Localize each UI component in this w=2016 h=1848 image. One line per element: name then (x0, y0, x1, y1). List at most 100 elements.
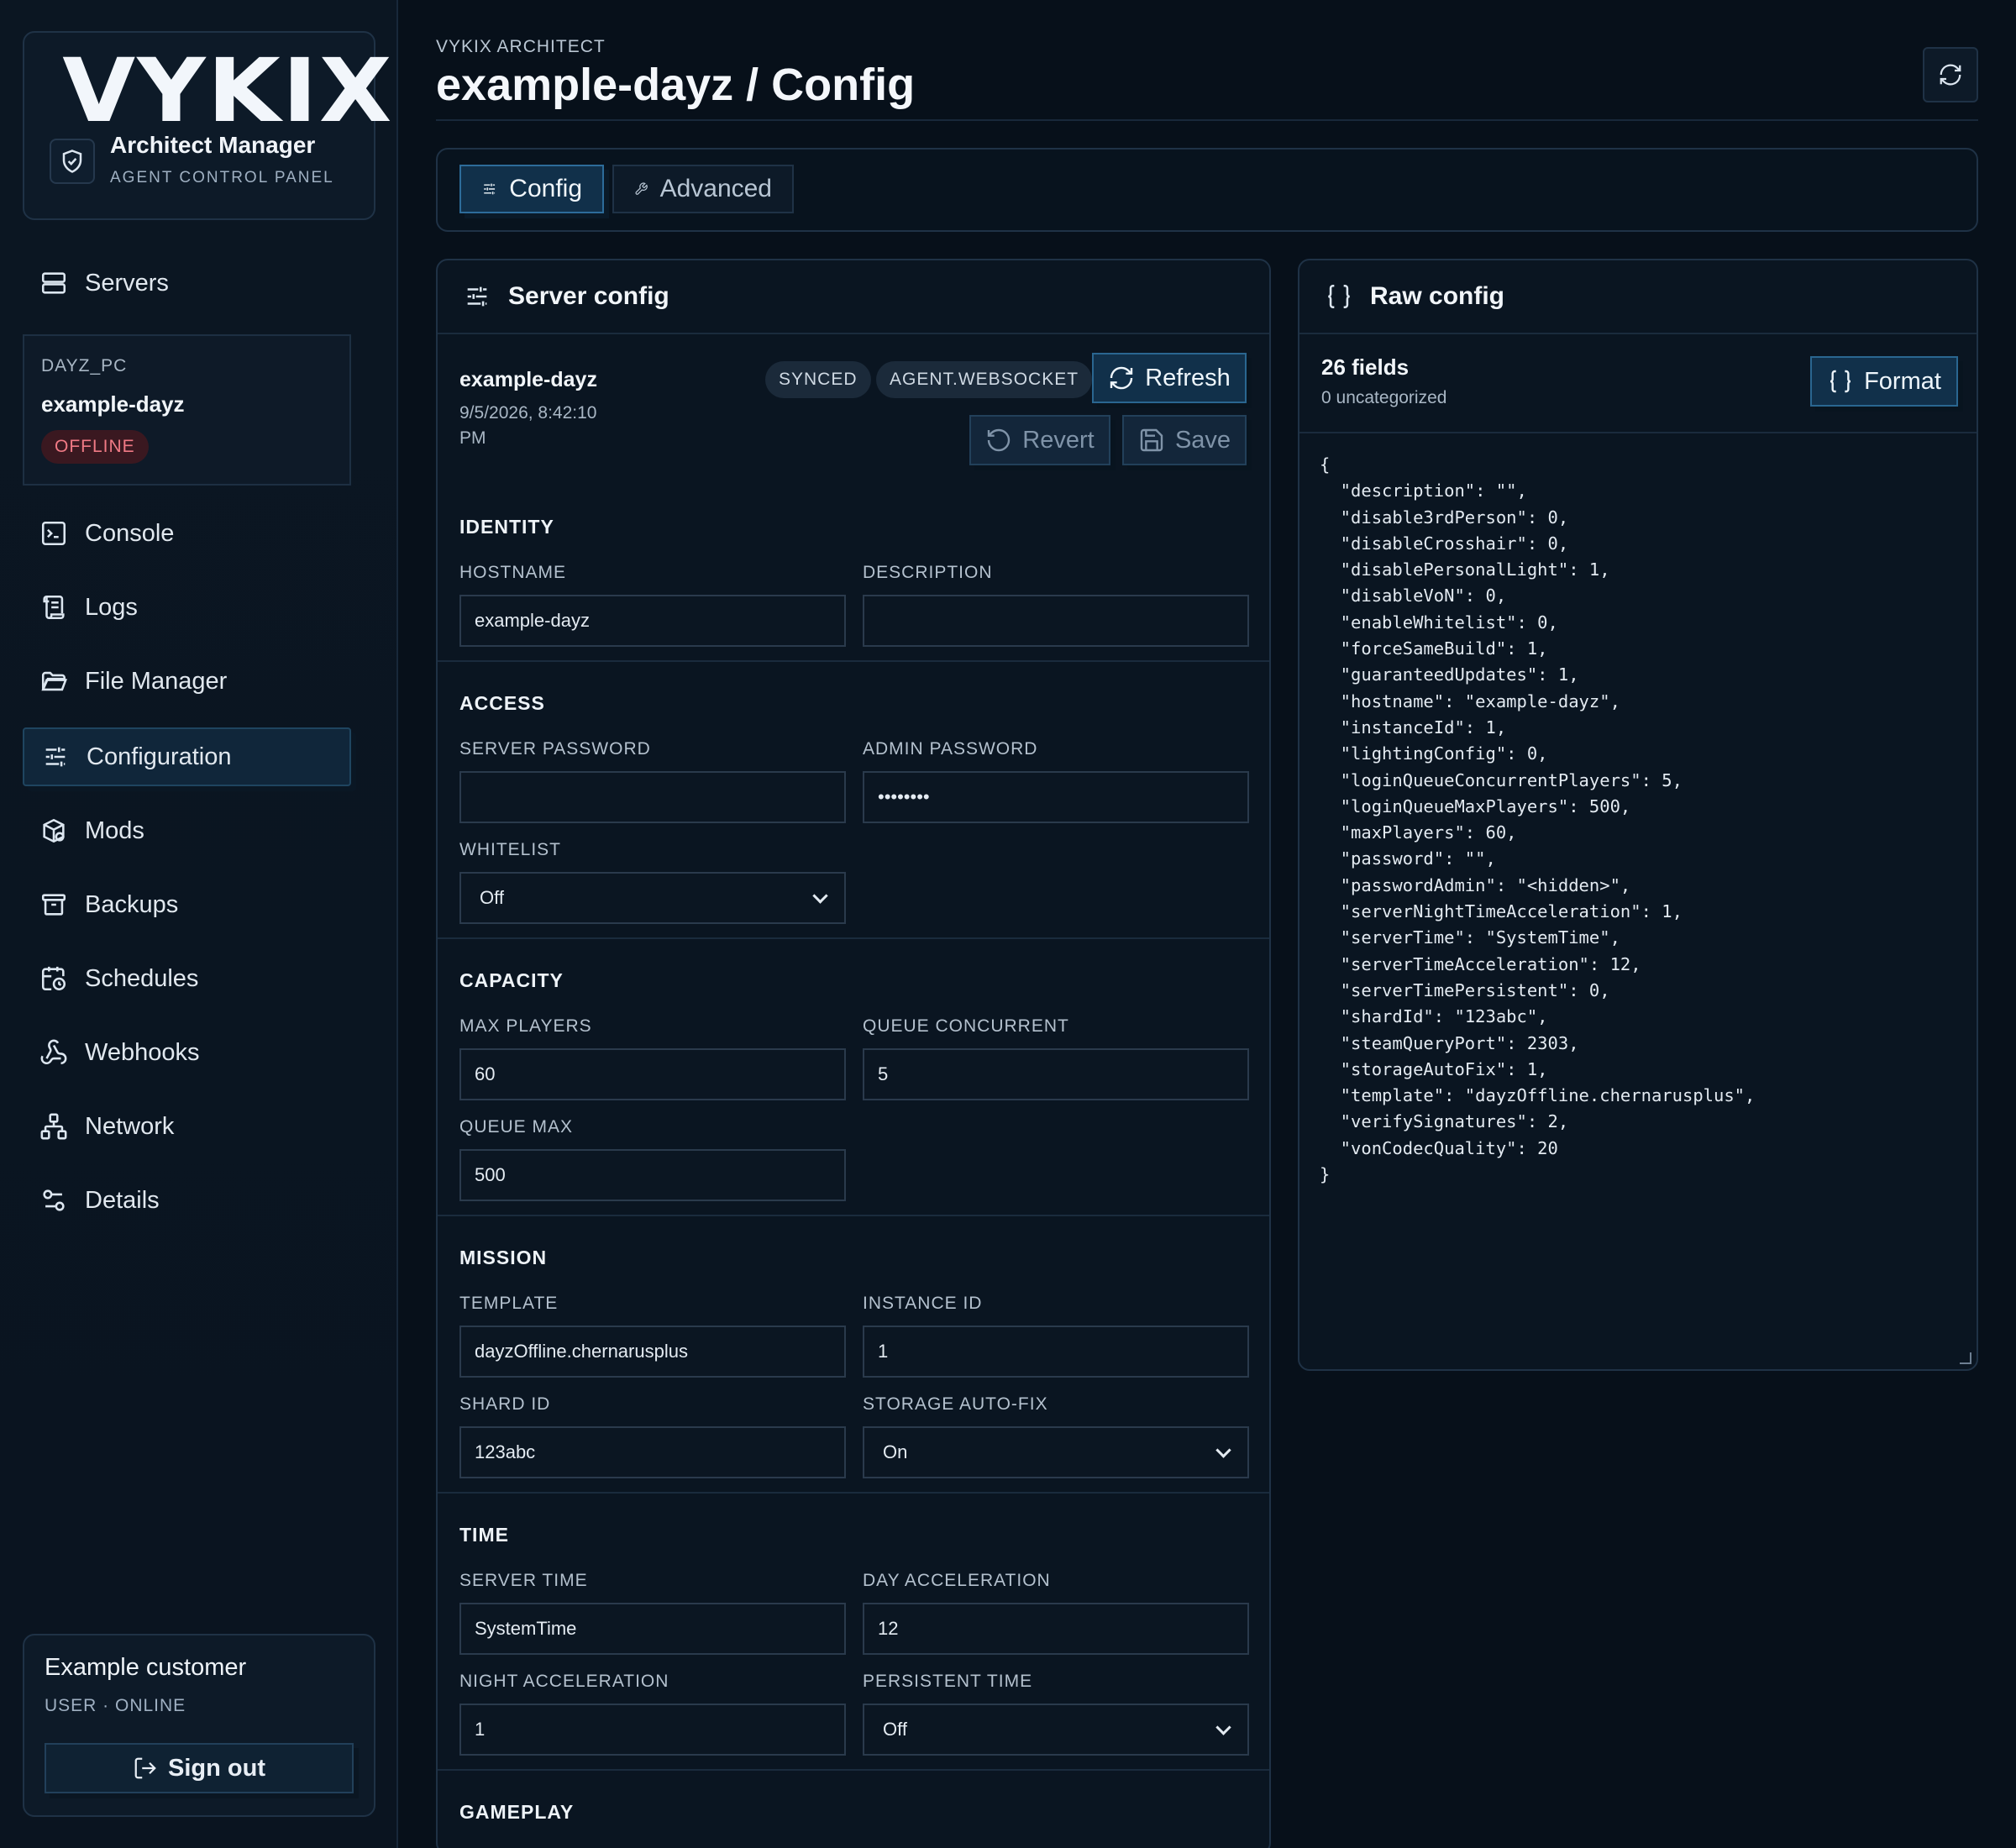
user-status: USER · ONLINE (45, 1696, 186, 1715)
sliders-icon (484, 183, 496, 195)
sidebar-item-configuration[interactable]: Configuration (23, 727, 351, 786)
section-title: IDENTITY (459, 516, 554, 538)
field-label: QUEUE MAX (459, 1117, 574, 1137)
user-name: Example customer (45, 1654, 247, 1681)
section-identity: IDENTITY HOSTNAME DESCRIPTION example-da… (438, 486, 1269, 662)
log-out-icon (134, 1757, 156, 1779)
sidebar-item-backups[interactable]: Backups (23, 875, 351, 934)
refresh-button[interactable]: Refresh (1092, 353, 1247, 403)
package-icon (43, 818, 65, 843)
webhook-icon (40, 1039, 67, 1065)
field-label: TEMPLATE (459, 1294, 559, 1313)
resize-handle[interactable] (1960, 1352, 1971, 1364)
sidebar-item-label: Mods (85, 816, 144, 844)
save-button[interactable]: Save (1122, 415, 1247, 465)
section-title: MISSION (459, 1247, 548, 1268)
fields-count: 26 fields (1321, 354, 1410, 380)
tab-advanced[interactable]: Advanced (612, 165, 794, 213)
queue-max-input[interactable]: 500 (459, 1149, 846, 1201)
field-label: WHITELIST (459, 840, 562, 859)
template-input[interactable]: dayzOffline.chernarusplus (459, 1326, 846, 1378)
sidebar-item-servers[interactable]: Servers (23, 254, 351, 312)
revert-button[interactable]: Revert (969, 415, 1110, 465)
field-label: SHARD ID (459, 1394, 551, 1414)
tab-bar: Config Advanced (436, 148, 1978, 232)
sliders-icon (467, 286, 487, 307)
server-card[interactable]: DAYZ_PC example-dayz OFFLINE (23, 334, 351, 486)
raw-config-editor[interactable]: { "description": "", "disable3rdPerson":… (1320, 452, 1956, 1188)
brand-card: VYKIX Architect Manager AGENT CONTROL PA… (23, 31, 394, 220)
whitelist-select[interactable]: Off (459, 872, 846, 924)
sign-out-label: Sign out (168, 1754, 265, 1782)
server-name: example-dayz (459, 368, 597, 391)
field-label: DAY ACCELERATION (863, 1571, 1051, 1590)
field-label: QUEUE CONCURRENT (863, 1016, 1069, 1036)
archive-icon (41, 894, 66, 916)
refresh-icon (1940, 64, 1961, 86)
section-title: ACCESS (459, 692, 545, 714)
section-title: GAMEPLAY (459, 1801, 575, 1823)
sidebar-item-label: Details (85, 1186, 160, 1214)
server-config-panel: Server config example-dayz 9/5/2026, 8:4… (436, 259, 1271, 1848)
status-badge: OFFLINE (41, 430, 149, 464)
settings-details-icon (43, 1189, 65, 1211)
server-name: example-dayz (41, 391, 185, 417)
shard-id-input[interactable]: 123abc (459, 1426, 846, 1478)
field-label: INSTANCE ID (863, 1294, 983, 1313)
sidebar-item-label: Configuration (87, 743, 232, 770)
sidebar-item-webhooks[interactable]: Webhooks (23, 1023, 351, 1082)
sidebar-item-label: Servers (85, 269, 169, 297)
field-label: SERVER PASSWORD (459, 739, 651, 759)
description-input[interactable] (863, 595, 1249, 647)
sidebar-item-network[interactable]: Network (23, 1097, 351, 1156)
sync-timestamp: 9/5/2026, 8:42:10 PM (459, 403, 597, 448)
tab-config[interactable]: Config (459, 165, 604, 213)
sidebar: VYKIX Architect Manager AGENT CONTROL PA… (0, 0, 398, 1848)
section-capacity: CAPACITY MAX PLAYERS QUEUE CONCURRENT 60… (438, 939, 1269, 1216)
panel-title: Server config (508, 282, 669, 310)
format-button[interactable]: Format (1810, 356, 1958, 407)
refresh-icon (1110, 366, 1133, 390)
scroll-icon (43, 595, 65, 620)
sidebar-item-schedules[interactable]: Schedules (23, 949, 351, 1008)
night-acceleration-input[interactable]: 1 (459, 1704, 846, 1756)
tab-label: Config (509, 175, 582, 202)
sidebar-item-label: File Manager (85, 667, 228, 695)
sidebar-item-mods[interactable]: Mods (23, 801, 351, 860)
field-label: ADMIN PASSWORD (863, 739, 1038, 759)
sidebar-item-details[interactable]: Details (23, 1171, 351, 1230)
title-divider (436, 119, 1978, 121)
sidebar-item-console[interactable]: Console (23, 504, 351, 563)
servers-icon (41, 272, 66, 294)
persistent-time-select[interactable]: Off (863, 1704, 1249, 1756)
breadcrumb: VYKIX ARCHITECT (436, 37, 606, 56)
shield-icon (50, 139, 95, 184)
panel-title: Raw config (1370, 282, 1505, 310)
terminal-icon (41, 521, 66, 546)
admin-password-input[interactable]: •••••••• (863, 771, 1249, 823)
max-players-input[interactable]: 60 (459, 1048, 846, 1100)
sidebar-item-logs[interactable]: Logs (23, 578, 351, 637)
storage-autofix-select[interactable]: On (863, 1426, 1249, 1478)
wrench-icon (635, 182, 648, 195)
sidebar-item-label: Schedules (85, 964, 199, 992)
brand-logo: VYKIX (62, 39, 394, 142)
transport-badge: AGENT.WEBSOCKET (876, 361, 1093, 398)
sidebar-item-file-manager[interactable]: File Manager (23, 652, 351, 711)
field-label: NIGHT ACCELERATION (459, 1672, 669, 1691)
field-label: SERVER TIME (459, 1571, 588, 1590)
raw-config-header: Raw config (1299, 260, 1977, 334)
day-acceleration-input[interactable]: 12 (863, 1603, 1249, 1655)
raw-config-divider (1299, 432, 1977, 433)
server-time-input[interactable]: SystemTime (459, 1603, 846, 1655)
server-meta: example-dayz 9/5/2026, 8:42:10 PM (459, 368, 627, 451)
hostname-input[interactable]: example-dayz (459, 595, 846, 647)
app-root: VYKIX Architect Manager AGENT CONTROL PA… (0, 0, 2016, 1848)
queue-concurrent-input[interactable]: 5 (863, 1048, 1249, 1100)
server-password-input[interactable] (459, 771, 846, 823)
sign-out-button[interactable]: Sign out (45, 1743, 354, 1793)
format-label: Format (1864, 367, 1941, 395)
instance-id-input[interactable]: 1 (863, 1326, 1249, 1378)
network-icon (40, 1113, 67, 1140)
reload-button[interactable] (1923, 47, 1978, 102)
